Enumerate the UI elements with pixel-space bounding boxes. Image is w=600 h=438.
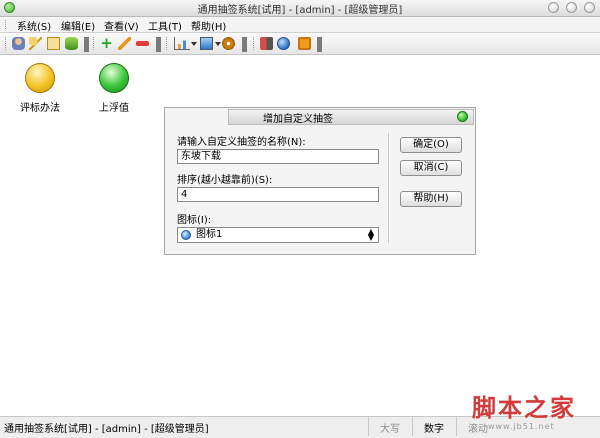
order-label: 排序(越小越靠前)(S):	[177, 175, 273, 186]
add-icon[interactable]: +	[100, 36, 113, 51]
icon-label: 图标(I):	[177, 215, 212, 226]
menu-edit[interactable]: 编辑(E)	[61, 18, 95, 33]
dialog-close-icon[interactable]	[457, 111, 468, 122]
status-num: 数字	[424, 424, 444, 435]
gear-icon[interactable]	[222, 37, 235, 50]
status-divider	[456, 417, 457, 436]
ok-button[interactable]: 确定(O)	[400, 137, 462, 153]
cancel-button[interactable]: 取消(C)	[400, 160, 462, 176]
maximize-button[interactable]	[566, 2, 577, 13]
book-icon[interactable]	[260, 37, 273, 50]
edit-icon[interactable]	[118, 37, 131, 50]
users-icon[interactable]	[12, 37, 25, 50]
toolbar-dropdown-3[interactable]	[242, 37, 247, 52]
globe-icon[interactable]	[277, 37, 290, 50]
desktop-icon-label[interactable]: 评标办法	[5, 99, 75, 114]
title-bar: 通用抽签系统[试用] - [admin] - [超级管理员]	[0, 0, 600, 17]
toolbar-grip	[5, 37, 8, 50]
globe-icon	[181, 230, 191, 240]
toolbar: +	[0, 33, 600, 55]
status-app-text: 通用抽签系统[试用] - [admin] - [超级管理员]	[4, 424, 209, 435]
toolbar-dropdown-4[interactable]	[317, 37, 322, 52]
name-field[interactable]: 东坡下载	[177, 149, 379, 164]
database-icon[interactable]	[65, 37, 78, 50]
toolbar-separator	[166, 37, 169, 50]
menu-system[interactable]: 系统(S)	[17, 18, 51, 33]
help-button[interactable]: 帮助(H)	[400, 191, 462, 207]
close-button[interactable]	[584, 2, 595, 13]
dialog-divider	[388, 133, 390, 243]
chart-icon[interactable]	[174, 37, 190, 50]
name-label: 请输入自定义抽签的名称(N):	[177, 137, 306, 148]
yellow-bulb-icon[interactable]	[25, 63, 55, 93]
delete-icon[interactable]	[136, 41, 149, 46]
menu-tools[interactable]: 工具(T)	[148, 18, 182, 33]
status-caps: 大写	[380, 424, 400, 435]
status-divider	[412, 417, 413, 436]
watermark-url: www.jb51.net	[488, 422, 555, 431]
order-field[interactable]: 4	[177, 187, 379, 202]
clipboard-icon[interactable]	[47, 37, 60, 50]
key-icon[interactable]	[29, 37, 42, 50]
desktop-icon-label[interactable]: 上浮值	[79, 99, 149, 114]
menu-bar: 系统(S) 编辑(E) 查看(V) 工具(T) 帮助(H)	[0, 17, 600, 33]
icon-select[interactable]: 图标1 ▲ ▼	[177, 227, 379, 243]
minimize-button[interactable]	[548, 2, 559, 13]
menu-help[interactable]: 帮助(H)	[191, 18, 226, 33]
chevron-up-down-icon: ▲ ▼	[367, 227, 374, 242]
toolbar-dropdown-1[interactable]	[84, 37, 89, 52]
chevron-down-icon[interactable]	[215, 42, 221, 46]
window-title: 通用抽签系统[试用] - [admin] - [超级管理员]	[197, 5, 403, 16]
dialog-title: 增加自定义抽签	[263, 114, 333, 125]
chevron-down-icon[interactable]	[191, 42, 197, 46]
icon-select-value: 图标1	[196, 229, 223, 240]
menu-view[interactable]: 查看(V)	[104, 18, 139, 33]
menu-grip	[5, 20, 8, 29]
toolbar-dropdown-2[interactable]	[156, 37, 161, 52]
toolbar-separator	[253, 37, 256, 50]
watermark-logo: 脚本之家	[472, 393, 576, 422]
image-icon[interactable]	[200, 37, 213, 50]
green-bulb-icon[interactable]	[99, 63, 129, 93]
exit-icon[interactable]	[298, 37, 311, 50]
toolbar-separator	[93, 37, 96, 50]
status-divider	[368, 417, 369, 436]
